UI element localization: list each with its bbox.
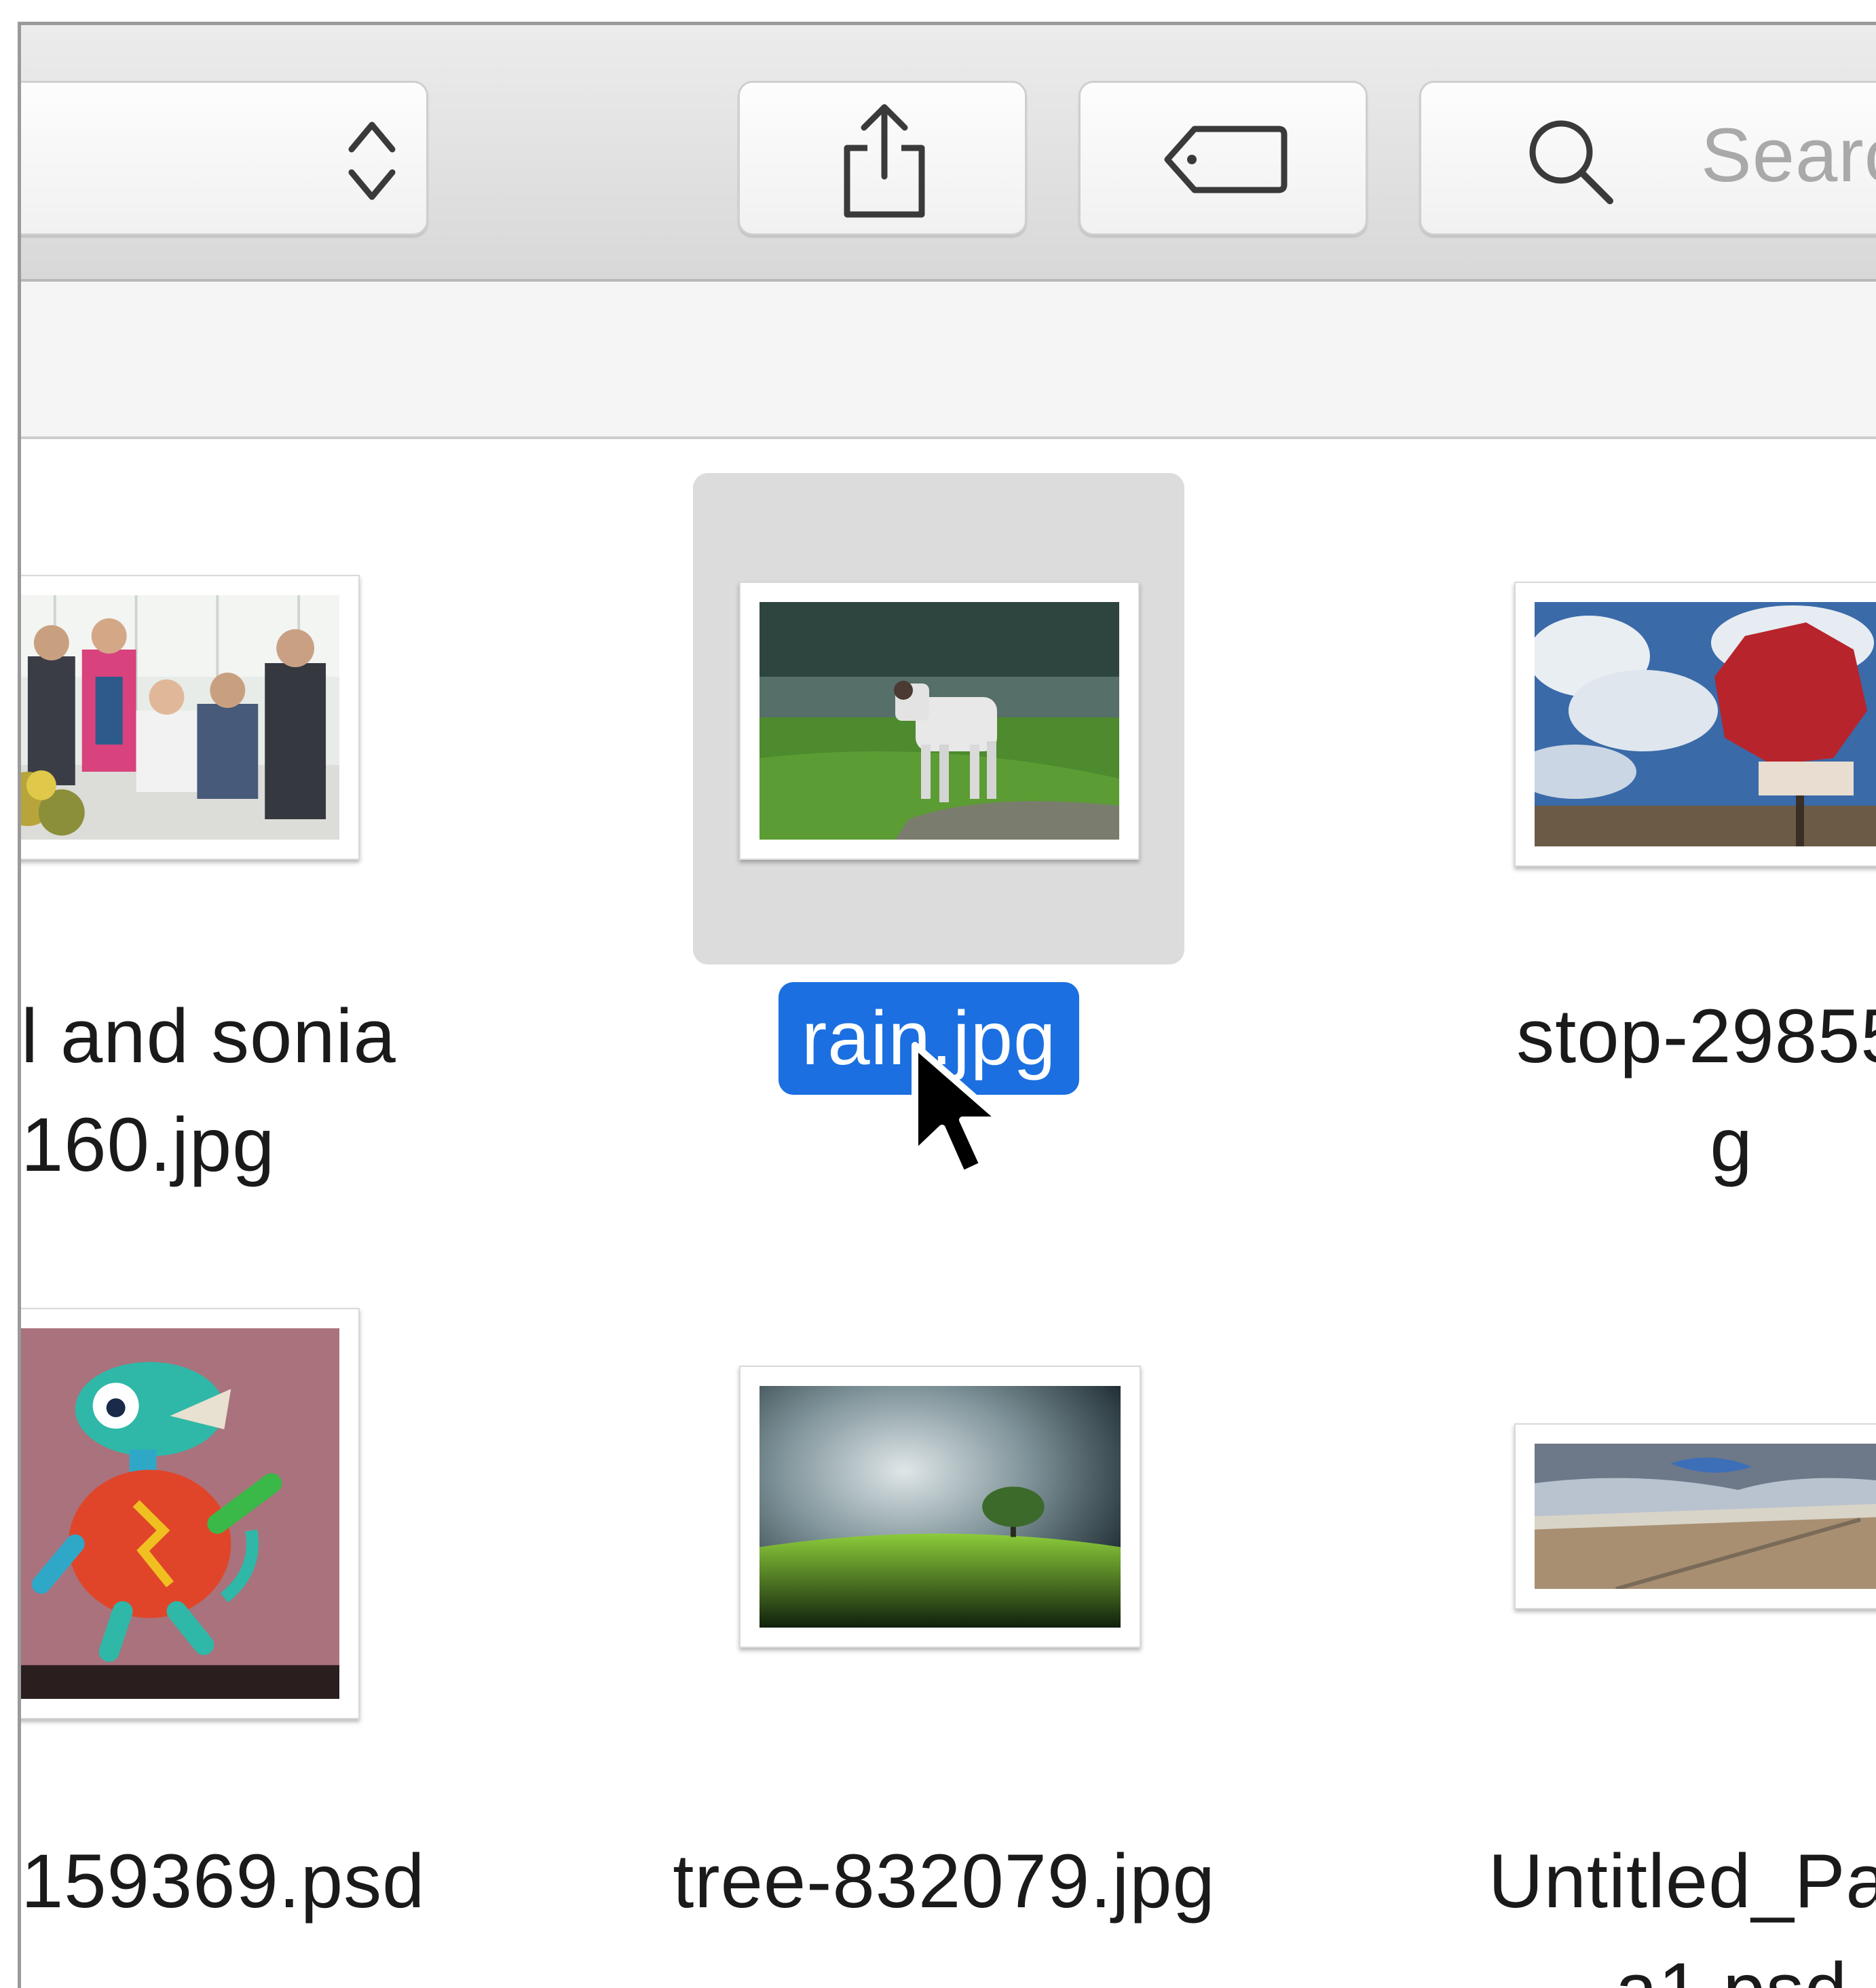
arrow-cursor-icon — [912, 1042, 1004, 1178]
tags-button[interactable] — [1078, 81, 1368, 236]
stop-sign-photo-image — [1535, 602, 1876, 846]
file-name-label: stop-298552 g — [1378, 982, 1876, 1199]
finder-screenshot: Search — [0, 0, 1876, 1988]
arrange-popup-button[interactable] — [21, 81, 428, 236]
file-thumbnail[interactable] — [21, 1308, 360, 1719]
file-name-line: g — [1710, 1102, 1753, 1187]
cartoon-character-image — [21, 1328, 339, 1699]
file-thumbnail[interactable] — [1514, 582, 1876, 867]
search-icon — [1529, 120, 1613, 204]
file-item[interactable]: l and sonia 160.jpg — [21, 439, 496, 1187]
search-placeholder: Search — [1701, 113, 1876, 198]
file-item[interactable]: 159369.psd — [21, 1308, 496, 1924]
file-thumbnail[interactable] — [739, 1366, 1141, 1648]
finder-window: Search — [18, 22, 1876, 1988]
tree-photo-image — [759, 1386, 1121, 1628]
path-bar — [21, 282, 1876, 439]
file-item[interactable]: stop-298552 g — [1378, 439, 1876, 1187]
file-thumbnail[interactable] — [739, 582, 1140, 860]
updown-chevron-icon — [348, 121, 396, 200]
family-photo-image — [21, 595, 339, 840]
file-item[interactable]: tree-832079.jpg — [591, 1308, 1297, 1924]
file-name-line: a1.psd — [1378, 1936, 1876, 1988]
file-name-label: Untitled_Pano a1.psd — [1378, 1827, 1876, 1988]
file-name-label: tree-832079.jpg — [591, 1827, 1297, 1936]
file-name-label: 159369.psd — [21, 1827, 496, 1936]
file-icon-grid: l and sonia 160.jpg rain.jpg stop-2985 g… — [21, 439, 1876, 1988]
file-thumbnail[interactable] — [1514, 1423, 1876, 1609]
search-field[interactable]: Search — [1419, 81, 1876, 236]
file-thumbnail[interactable] — [21, 575, 360, 860]
file-name-label: l and sonia 160.jpg — [21, 982, 496, 1199]
file-item[interactable]: Untitled_Pano a1.psd — [1378, 1308, 1876, 1988]
file-name-line: tree-832079.jpg — [673, 1839, 1216, 1924]
rain-photo-image — [759, 602, 1119, 840]
share-button[interactable] — [738, 81, 1027, 236]
file-name-line: 159369.psd — [21, 1839, 426, 1924]
toolbar: Search — [21, 25, 1876, 282]
file-name-line: Untitled_Pano — [1488, 1839, 1876, 1924]
tag-icon — [1164, 126, 1288, 193]
share-icon — [844, 104, 925, 218]
file-name-line: stop-298552 — [1516, 994, 1876, 1079]
file-name-line: l and sonia — [21, 994, 396, 1079]
file-name-line: 160.jpg — [21, 1102, 276, 1187]
panorama-photo-image — [1535, 1444, 1876, 1589]
